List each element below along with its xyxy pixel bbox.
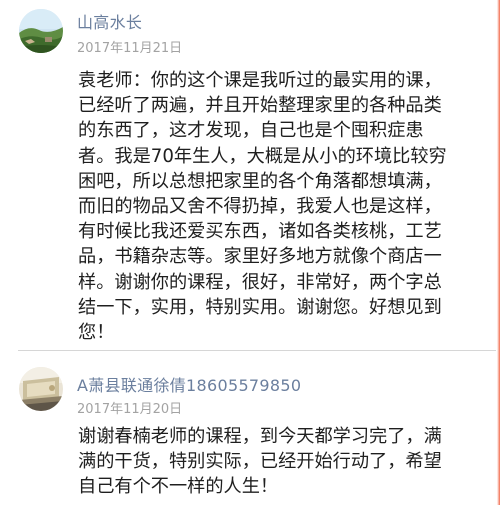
comment-line: 者。我是70年生人，大概是从小的环境比较穷 <box>78 145 447 167</box>
comment-line: 袁老师：你的这个课是我听过的最实用的课， <box>78 70 442 91</box>
comment-line: 样。谢谢你的课程，很好，非常好，两个字总 <box>78 271 442 293</box>
comment-line: 困吧，所以总想把家里的各个角落都想填满， <box>78 170 442 192</box>
avatar-photo-icon <box>19 367 63 411</box>
comment-text: 袁老师：你的这个课是我听过的最实用的课， 已经听了两遍，并且开始整理家里的各种品… <box>78 68 480 345</box>
author-name[interactable]: 山高水长 <box>77 9 142 33</box>
comment-line: 结一下，实用，特别实用。谢谢您。好想见到 <box>78 296 442 318</box>
comment-text: 谢谢春楠老师的课程，到今天都学习完了，满 满的干货，特别实际，已经开始行动了，希… <box>78 424 480 500</box>
comment-item: 山高水长 2017年11月21日 袁老师：你的这个课是我听过的最实用的课， 已经… <box>0 0 496 350</box>
comment-date: 2017年11月21日 <box>77 41 183 56</box>
comment-date: 2017年11月20日 <box>77 402 183 417</box>
comment-line: 有时候比我还爱买东西，诸如各类核桃，工艺 <box>78 221 442 243</box>
comment-line: 您！ <box>78 321 115 343</box>
comment-line: 谢谢春楠老师的课程，到今天都学习完了，满 <box>78 426 442 447</box>
comment-line: 而旧的物品又舍不得扔掉，我爱人也是这样， <box>78 195 442 217</box>
avatar[interactable] <box>19 367 63 411</box>
comment-item: A萧县联通徐倩18605579850 2017年11月20日 谢谢春楠老师的课程… <box>0 350 496 505</box>
comment-line: 满的干货，特别实际，已经开始行动了，希望 <box>78 451 442 473</box>
avatar[interactable] <box>19 9 63 53</box>
comment-line: 的东西了，这才发现，自己也是个囤积症患 <box>78 120 424 142</box>
avatar-landscape-icon <box>19 9 63 53</box>
author-name[interactable]: A萧县联通徐倩18605579850 <box>77 372 301 396</box>
comment-line: 自己有个不一样的人生！ <box>78 476 279 498</box>
comment-line: 品，书籍杂志等。家里好多地方就像个商店一 <box>78 246 442 268</box>
comment-line: 已经听了两遍，并且开始整理家里的各种品类 <box>78 95 442 117</box>
